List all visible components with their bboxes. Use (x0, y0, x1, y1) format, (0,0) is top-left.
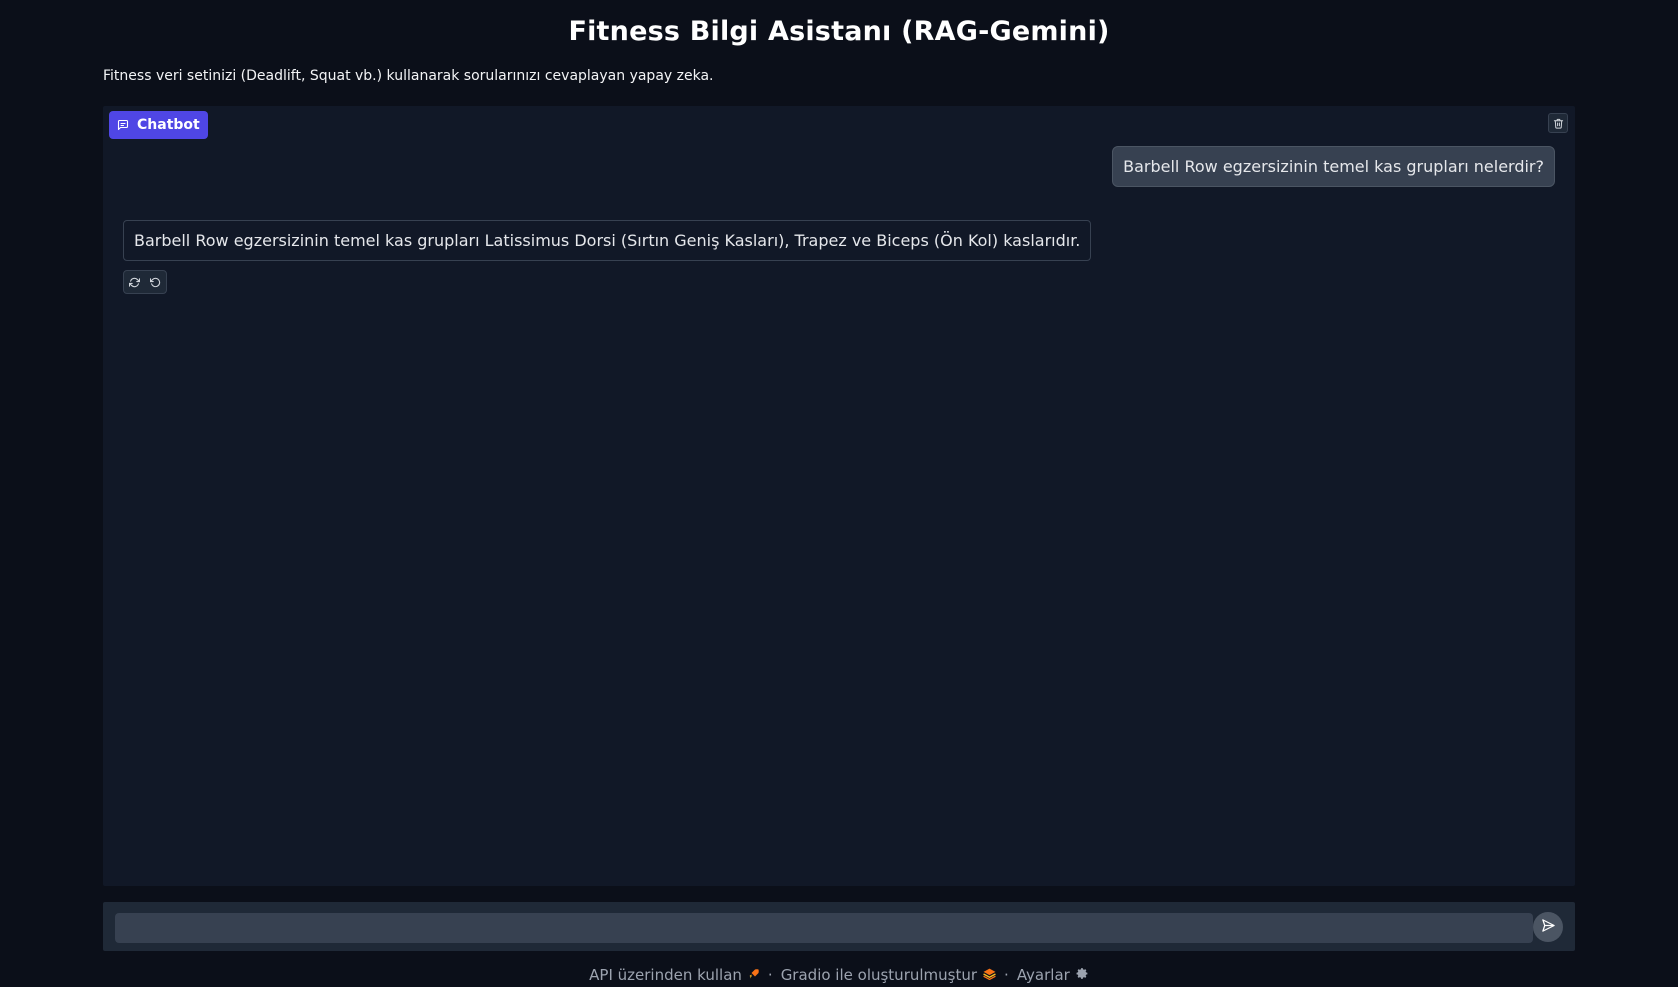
undo-icon (149, 273, 161, 292)
undo-button[interactable] (145, 271, 166, 293)
chatbot-label-text: Chatbot (137, 117, 200, 133)
gradio-logo-icon (983, 966, 996, 984)
api-link[interactable]: API üzerinden kullan (589, 966, 760, 984)
gradio-link[interactable]: Gradio ile oluşturulmuştur (781, 966, 996, 984)
gradio-link-label: Gradio ile oluşturulmuştur (780, 966, 978, 984)
chatbot-label-badge: Chatbot (109, 111, 208, 139)
retry-icon (128, 273, 141, 292)
chat-bubble-icon (117, 119, 129, 131)
gear-icon (1076, 966, 1089, 984)
settings-link[interactable]: Ayarlar (1017, 966, 1089, 984)
rocket-icon (748, 966, 760, 984)
app-page: Fitness Bilgi Asistanı (RAG-Gemini) Fitn… (0, 0, 1678, 987)
send-icon (1541, 918, 1556, 937)
api-link-label: API üzerinden kullan (589, 966, 742, 984)
send-button[interactable] (1533, 912, 1563, 942)
page-description: Fitness veri setinizi (Deadlift, Squat v… (103, 68, 714, 84)
chatbot-panel: Chatbot Barbell Row egzersizinin temel k… (103, 106, 1575, 886)
trash-icon (1553, 114, 1564, 133)
retry-button[interactable] (124, 271, 145, 293)
footer-separator: · (767, 966, 773, 984)
clear-chat-button[interactable] (1548, 113, 1568, 133)
message-input-bar (103, 902, 1575, 951)
message-input[interactable] (115, 913, 1533, 943)
footer: API üzerinden kullan · Gradio ile oluştu… (0, 966, 1678, 984)
message-actions (123, 270, 167, 294)
footer-separator: · (1004, 966, 1009, 984)
user-message: Barbell Row egzersizinin temel kas grupl… (1112, 146, 1555, 187)
page-title: Fitness Bilgi Asistanı (RAG-Gemini) (568, 16, 1110, 47)
settings-link-label: Ayarlar (1016, 966, 1070, 984)
bot-message: Barbell Row egzersizinin temel kas grupl… (123, 220, 1092, 261)
